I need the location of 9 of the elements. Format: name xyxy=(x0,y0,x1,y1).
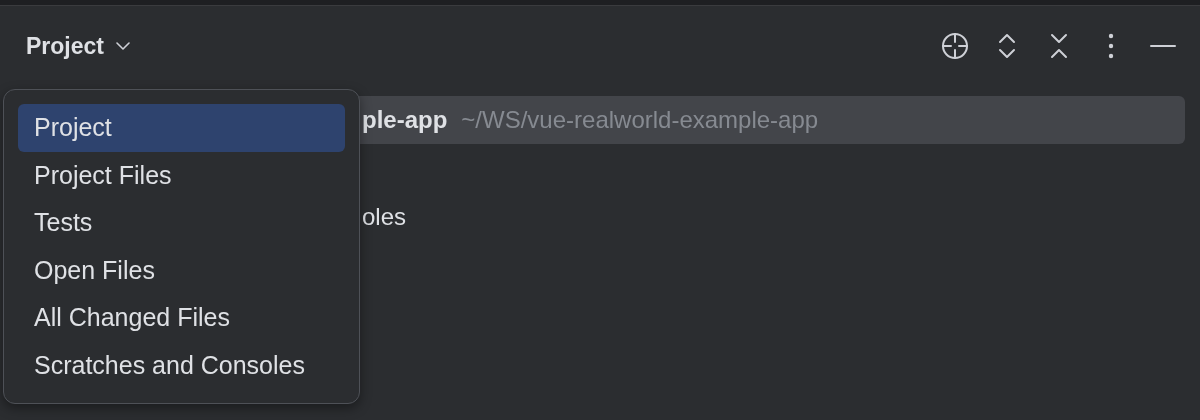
menu-item[interactable]: Project xyxy=(18,104,345,152)
view-selector[interactable]: Project xyxy=(26,32,130,60)
menu-item[interactable]: Scratches and Consoles xyxy=(18,341,345,389)
project-path: ~/WS/vue-realworld-example-app xyxy=(461,106,819,134)
menu-item[interactable]: Project Files xyxy=(18,151,345,199)
menu-item[interactable]: Tests xyxy=(18,199,345,247)
menu-item[interactable]: Open Files xyxy=(18,246,345,294)
menu-item[interactable]: All Changed Files xyxy=(18,294,345,342)
chevron-down-icon xyxy=(116,41,130,51)
